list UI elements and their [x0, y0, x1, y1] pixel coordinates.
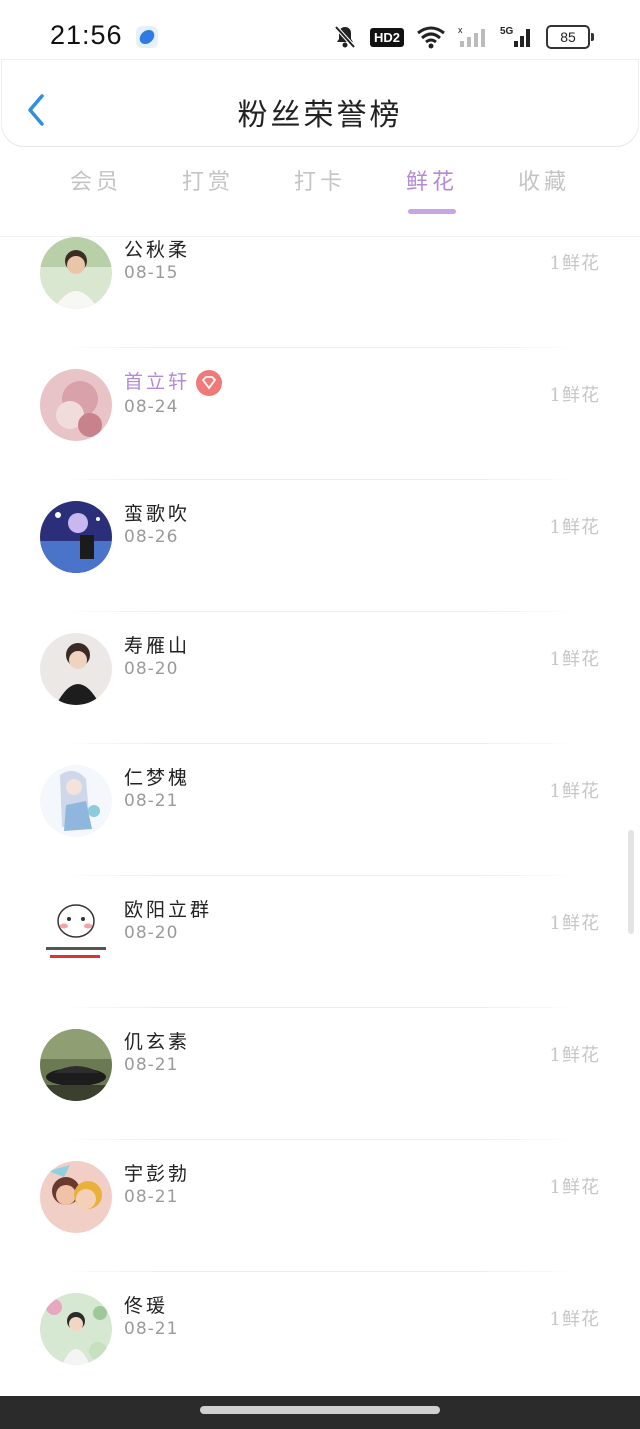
home-indicator[interactable] — [200, 1406, 440, 1414]
fan-row[interactable]: 公秋柔 08-15 1鲜花 — [0, 237, 640, 357]
tab-checkin[interactable]: 打卡 — [264, 164, 376, 214]
fan-name: 欧阳立群 — [124, 899, 213, 921]
avatar[interactable] — [40, 501, 112, 573]
avatar[interactable] — [40, 765, 112, 837]
battery-icon: 85 — [546, 25, 594, 49]
divider — [60, 1139, 580, 1140]
divider — [60, 479, 580, 480]
flower-count: 1鲜花 — [549, 1177, 600, 1198]
avatar[interactable] — [40, 369, 112, 441]
fan-date: 08-21 — [124, 1319, 179, 1339]
fan-row[interactable]: 欧阳立群 08-20 1鲜花 — [0, 885, 640, 1017]
fan-date: 08-20 — [124, 923, 179, 943]
fan-date: 08-26 — [124, 527, 179, 547]
fan-name: 宇彭勃 — [124, 1163, 191, 1185]
flower-count: 1鲜花 — [549, 517, 600, 538]
fan-date: 08-24 — [124, 397, 179, 417]
fan-row[interactable]: 蛮歌吹 08-26 1鲜花 — [0, 489, 640, 621]
flower-count: 1鲜花 — [549, 385, 600, 406]
divider — [60, 743, 580, 744]
fan-date: 08-15 — [124, 263, 179, 283]
fan-row[interactable]: 仉玄素 08-21 1鲜花 — [0, 1017, 640, 1149]
fan-name: 蛮歌吹 — [124, 503, 191, 525]
fan-name: 佟瑗 — [124, 1295, 169, 1317]
mute-bell-icon — [334, 25, 356, 49]
fan-name: 仁梦槐 — [124, 767, 191, 789]
category-tabs: 会员 打赏 打卡 鲜花 收藏 — [40, 164, 600, 214]
hd-voice-icon: HD2 — [369, 27, 404, 47]
flower-count: 1鲜花 — [549, 1045, 600, 1066]
signal-weak-icon: x — [458, 25, 485, 47]
system-nav-bar — [0, 1396, 640, 1429]
status-time: 21:56 — [50, 20, 123, 50]
tab-flowers[interactable]: 鲜花 — [376, 164, 488, 214]
fan-date: 08-21 — [124, 1187, 179, 1207]
divider — [60, 1007, 580, 1008]
avatar[interactable] — [40, 633, 112, 705]
flower-count: 1鲜花 — [549, 253, 600, 274]
app-notification-icon — [136, 26, 158, 48]
avatar[interactable] — [40, 1161, 112, 1233]
avatar[interactable] — [40, 1029, 112, 1101]
fan-name-text: 首立轩 — [124, 371, 191, 393]
flower-count: 1鲜花 — [549, 1309, 600, 1330]
flower-count: 1鲜花 — [549, 913, 600, 934]
tab-member[interactable]: 会员 — [40, 164, 152, 214]
flower-count: 1鲜花 — [549, 649, 600, 670]
fan-date: 08-21 — [124, 1055, 179, 1075]
fan-row[interactable]: 仁梦槐 08-21 1鲜花 — [0, 753, 640, 885]
fan-name: 仉玄素 — [124, 1031, 191, 1053]
fan-row[interactable]: 宇彭勃 08-21 1鲜花 — [0, 1149, 640, 1281]
avatar[interactable] — [40, 237, 112, 309]
signal-5g-icon: 5G — [500, 26, 530, 47]
page-title: 粉丝荣誉榜 — [237, 98, 403, 133]
fan-date: 08-20 — [124, 659, 179, 679]
fan-date: 08-21 — [124, 791, 179, 811]
avatar[interactable] — [40, 1293, 112, 1365]
vip-diamond-icon — [196, 370, 223, 396]
status-icons: HD2 x 5G 85 — [332, 22, 594, 52]
wifi-icon — [417, 26, 445, 49]
fan-row[interactable]: 佟瑗 08-21 1鲜花 — [0, 1281, 640, 1397]
fan-name: 首立轩 — [124, 367, 223, 396]
fan-row[interactable]: 寿雁山 08-20 1鲜花 — [0, 621, 640, 753]
fan-list[interactable]: 公秋柔 08-15 1鲜花 首立轩 08-24 1鲜花 蛮歌吹 08-26 1鲜… — [0, 236, 640, 1397]
divider — [60, 347, 580, 348]
fan-name: 寿雁山 — [124, 635, 191, 657]
fan-row[interactable]: 首立轩 08-24 1鲜花 — [0, 357, 640, 489]
flower-count: 1鲜花 — [549, 781, 600, 802]
divider — [60, 1271, 580, 1272]
svg-text:x: x — [458, 25, 463, 35]
fan-name: 公秋柔 — [124, 239, 191, 261]
app-header: 粉丝荣誉榜 — [2, 60, 638, 146]
tab-favorites[interactable]: 收藏 — [488, 164, 600, 214]
scrollbar[interactable] — [628, 830, 634, 934]
divider — [60, 611, 580, 612]
network-label: 5G — [500, 26, 514, 37]
avatar[interactable] — [40, 897, 112, 969]
divider — [60, 875, 580, 876]
tab-reward[interactable]: 打赏 — [152, 164, 264, 214]
